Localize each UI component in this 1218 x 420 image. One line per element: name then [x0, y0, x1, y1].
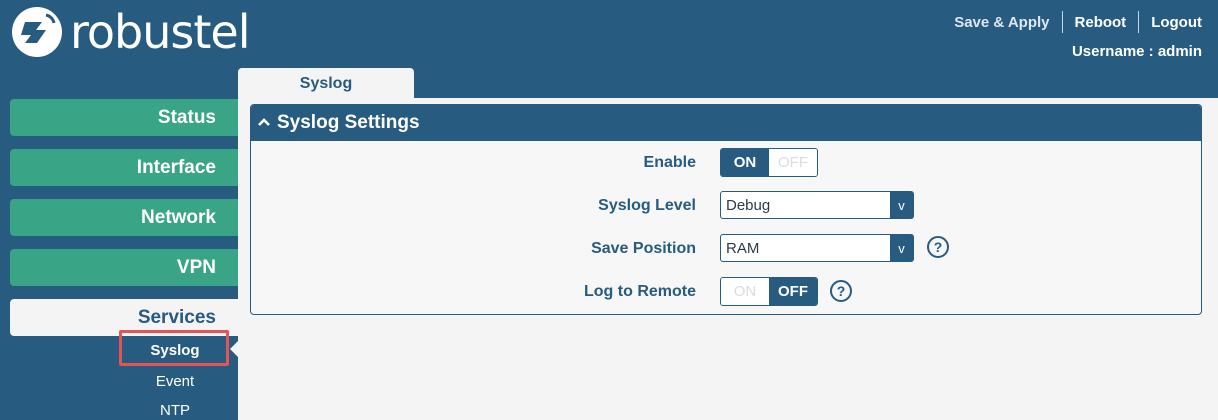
save-position-value: RAM [726, 240, 760, 257]
syslog-level-label: Syslog Level [598, 197, 696, 214]
chevron-down-icon[interactable]: v [890, 192, 913, 218]
sidebar-subitem-ntp[interactable]: NTP [120, 402, 230, 419]
tab-syslog[interactable]: Syslog [238, 68, 414, 100]
sidebar-item-interface[interactable]: Interface [10, 149, 238, 186]
syslog-level-value: Debug [726, 197, 771, 214]
robustel-logo-icon [10, 5, 64, 59]
log-to-remote-label: Log to Remote [584, 283, 696, 300]
syslog-level-row: Syslog Level Debug v [251, 191, 1201, 221]
log-to-remote-row: Log to Remote ON OFF ? [251, 277, 1201, 307]
remote-on-option[interactable]: ON [721, 278, 769, 305]
sidebar-item-vpn[interactable]: VPN [10, 249, 238, 286]
panel-title: Syslog Settings [277, 112, 420, 133]
help-icon[interactable]: ? [830, 280, 852, 302]
panel-header[interactable]: Syslog Settings [251, 105, 1201, 141]
syslog-settings-panel: Syslog Settings Enable ON OFF Syslog Lev… [250, 104, 1202, 315]
save-position-label: Save Position [591, 240, 696, 257]
remote-off-option[interactable]: OFF [769, 278, 817, 305]
selected-pointer [230, 341, 238, 357]
help-icon[interactable]: ? [927, 236, 949, 258]
reboot-link[interactable]: Reboot [1063, 14, 1139, 31]
sidebar-subitem-event[interactable]: Event [120, 373, 230, 390]
save-position-row: Save Position RAM v ? [251, 234, 1201, 264]
top-nav: Save & Apply Reboot Logout [942, 11, 1202, 33]
sidebar-item-status[interactable]: Status [10, 99, 238, 136]
enable-on-option[interactable]: ON [721, 149, 769, 176]
enable-toggle[interactable]: ON OFF [720, 148, 818, 177]
enable-off-option[interactable]: OFF [769, 149, 817, 176]
robustel-logo: robustel [10, 5, 250, 59]
save-position-select[interactable]: RAM v [720, 234, 914, 262]
logo-text: robustel [70, 5, 250, 59]
logout-link[interactable]: Logout [1139, 14, 1202, 31]
log-to-remote-toggle[interactable]: ON OFF [720, 277, 818, 306]
enable-label: Enable [643, 154, 696, 171]
chevron-down-icon[interactable]: v [890, 235, 913, 261]
save-apply-link[interactable]: Save & Apply [942, 14, 1061, 31]
sidebar-subitem-syslog[interactable]: Syslog [120, 342, 230, 359]
syslog-level-select[interactable]: Debug v [720, 191, 914, 219]
username-display: Username : admin [1071, 43, 1202, 60]
chevron-up-icon[interactable] [257, 114, 271, 132]
enable-row: Enable ON OFF [251, 148, 1201, 178]
sidebar-item-network[interactable]: Network [10, 199, 238, 236]
